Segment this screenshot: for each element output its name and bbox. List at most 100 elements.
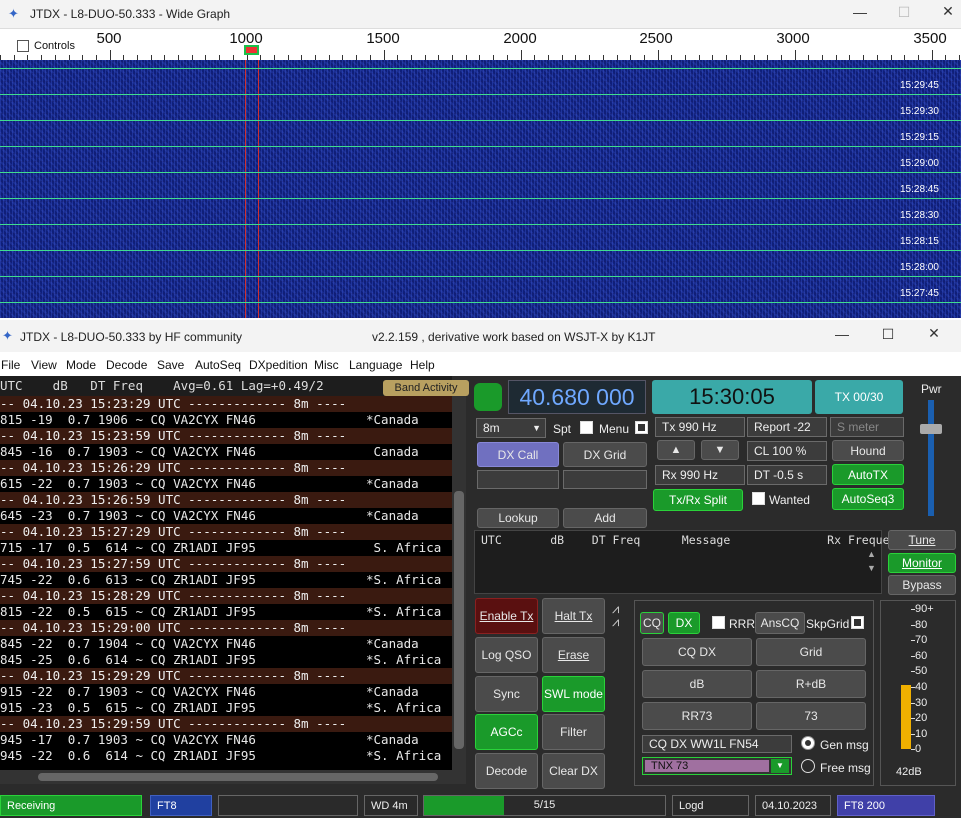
bypass-button[interactable]: Bypass xyxy=(888,575,956,595)
tune-button[interactable]: Tune xyxy=(888,530,956,550)
db-button[interactable]: dB xyxy=(642,670,752,698)
dx-call-input[interactable] xyxy=(477,470,559,489)
log-qso-button[interactable]: Log QSO xyxy=(475,637,538,673)
spt-checkbox[interactable] xyxy=(580,421,593,434)
dx-grid-input[interactable] xyxy=(563,470,647,489)
hound-button[interactable]: Hound xyxy=(832,440,904,461)
decode-row[interactable]: 815 -19 0.7 1906 ~ CQ VA2CYX FN46 *Canada xyxy=(0,412,452,428)
maximize-icon[interactable]: ☐ xyxy=(884,4,924,21)
decode-separator-row[interactable]: -- 04.10.23 15:26:29 UTC ------------- 8… xyxy=(0,460,452,476)
decode-row[interactable]: 745 -22 0.6 613 ~ CQ ZR1ADI JF95 *S. Afri… xyxy=(0,572,452,588)
cq-button[interactable]: CQ xyxy=(640,612,664,634)
cq-dx-button[interactable]: CQ DX xyxy=(642,638,752,666)
tab-arrows-icon[interactable]: ⩘ ⩘ xyxy=(612,602,630,632)
report-field[interactable]: Report -22 xyxy=(747,417,827,437)
minimize-icon[interactable]: — xyxy=(822,326,862,342)
maximize-icon[interactable]: ☐ xyxy=(868,326,908,343)
swl-mode-button[interactable]: SWL mode xyxy=(542,676,605,712)
dx-button[interactable]: DX xyxy=(668,612,700,634)
add-button[interactable]: Add xyxy=(563,508,647,528)
decode-separator-row[interactable]: -- 04.10.23 15:28:29 UTC ------------- 8… xyxy=(0,588,452,604)
minimize-icon[interactable]: — xyxy=(840,4,880,20)
skpgrid-checkbox[interactable] xyxy=(851,616,864,629)
close-icon[interactable]: ✕ xyxy=(928,3,961,20)
cl-field[interactable]: CL 100 % xyxy=(747,441,827,461)
halt-tx-button[interactable]: Halt Tx xyxy=(542,598,605,634)
menu-view[interactable]: View xyxy=(31,358,57,372)
clear-dx-button[interactable]: Clear DX xyxy=(542,753,605,789)
menu-language[interactable]: Language xyxy=(349,358,402,372)
decode-row[interactable]: 945 -22 0.6 614 ~ CQ ZR1ADI JF95 *S. Afri… xyxy=(0,748,452,764)
decode-row[interactable]: 845 -22 0.7 1904 ~ CQ VA2CYX FN46 *Canada xyxy=(0,636,452,652)
dx-call-button[interactable]: DX Call xyxy=(477,442,559,467)
autoseq3-button[interactable]: AutoSeq3 xyxy=(832,488,904,510)
vertical-scrollbar[interactable] xyxy=(452,396,466,770)
decode-row[interactable]: 615 -22 0.7 1903 ~ CQ VA2CYX FN46 *Canada xyxy=(0,476,452,492)
73-button[interactable]: 73 xyxy=(756,702,866,730)
tx-counter-button[interactable]: TX 00/30 xyxy=(815,380,903,414)
menu-misc[interactable]: Misc xyxy=(314,358,339,372)
tx-frequency-field[interactable]: Tx 990 Hz xyxy=(655,417,745,437)
sync-button[interactable]: Sync xyxy=(475,676,538,712)
monitor-button[interactable]: Monitor xyxy=(888,553,956,573)
erase-button[interactable]: Erase xyxy=(542,637,605,673)
txrx-split-button[interactable]: Tx/Rx Split xyxy=(653,489,743,511)
scroll-down-icon[interactable]: ▼ xyxy=(867,563,876,573)
enable-tx-button[interactable]: Enable Tx xyxy=(475,598,538,634)
controls-checkbox[interactable] xyxy=(17,40,29,52)
menu-dxpedition[interactable]: DXpedition xyxy=(249,358,308,372)
decode-separator-row[interactable]: -- 04.10.23 15:29:29 UTC ------------- 8… xyxy=(0,668,452,684)
decode-row[interactable]: 715 -17 0.5 614 ~ CQ ZR1ADI JF95 S. Afri… xyxy=(0,540,452,556)
decode-row[interactable]: 645 -23 0.7 1903 ~ CQ VA2CYX FN46 *Canada xyxy=(0,508,452,524)
decode-row[interactable]: 915 -23 0.5 615 ~ CQ ZR1ADI JF95 *S. Afri… xyxy=(0,700,452,716)
decode-row[interactable]: 915 -22 0.7 1903 ~ CQ VA2CYX FN46 *Canada xyxy=(0,684,452,700)
pwr-slider-handle[interactable] xyxy=(920,424,942,434)
gen-msg-field[interactable]: CQ DX WW1L FN54 xyxy=(642,735,792,753)
rx-frequency-field[interactable]: Rx 990 Hz xyxy=(655,465,745,485)
waterfall-display[interactable]: 15:29:45 15:29:30 15:29:15 15:29:00 15:2… xyxy=(0,60,961,318)
filter-button[interactable]: Filter xyxy=(542,714,605,750)
lookup-button[interactable]: Lookup xyxy=(477,508,559,528)
menu-mode[interactable]: Mode xyxy=(66,358,96,372)
agcc-button[interactable]: AGCc xyxy=(475,714,538,750)
decode-separator-row[interactable]: -- 04.10.23 15:23:29 UTC ------------- 8… xyxy=(0,396,452,412)
r-db-button[interactable]: R+dB xyxy=(756,670,866,698)
wanted-checkbox[interactable] xyxy=(752,492,765,505)
close-icon[interactable]: ✕ xyxy=(914,325,954,342)
scroll-up-icon[interactable]: ▲ xyxy=(867,549,876,559)
anscq-button[interactable]: AnsCQ xyxy=(755,612,805,634)
horizontal-scrollbar[interactable] xyxy=(0,770,466,784)
dt-field[interactable]: DT -0.5 s xyxy=(747,465,827,485)
scrollbar-thumb[interactable] xyxy=(454,491,464,749)
rx-frequency-list[interactable]: UTC dB DT Freq Message Rx Frequency ▲ ▼ xyxy=(474,530,910,594)
free-msg-combo[interactable]: TNX 73 ▼ xyxy=(642,757,792,775)
decode-separator-row[interactable]: -- 04.10.23 15:26:59 UTC ------------- 8… xyxy=(0,492,452,508)
gen-msg-radio[interactable] xyxy=(801,736,815,750)
rr73-button[interactable]: RR73 xyxy=(642,702,752,730)
dial-frequency[interactable]: 40.680 000 xyxy=(508,380,646,414)
decode-row[interactable]: 815 -22 0.5 615 ~ CQ ZR1ADI JF95 *S. Afri… xyxy=(0,604,452,620)
menu-checkbox[interactable] xyxy=(635,421,648,434)
decode-row[interactable]: 845 -25 0.6 614 ~ CQ ZR1ADI JF95 *S. Afri… xyxy=(0,652,452,668)
hscroll-thumb[interactable] xyxy=(38,773,438,781)
decode-separator-row[interactable]: -- 04.10.23 15:29:00 UTC ------------- 8… xyxy=(0,620,452,636)
pwr-slider-track[interactable] xyxy=(928,400,934,516)
decode-separator-row[interactable]: -- 04.10.23 15:23:59 UTC ------------- 8… xyxy=(0,428,452,444)
menu-help[interactable]: Help xyxy=(410,358,435,372)
autotx-button[interactable]: AutoTX xyxy=(832,464,904,485)
menu-autoseq[interactable]: AutoSeq xyxy=(195,358,241,372)
decode-row[interactable]: 845 -16 0.7 1903 ~ CQ VA2CYX FN46 Canada xyxy=(0,444,452,460)
decode-button[interactable]: Decode xyxy=(475,753,538,789)
rrr-checkbox[interactable] xyxy=(712,616,725,629)
decode-separator-row[interactable]: -- 04.10.23 15:27:59 UTC ------------- 8… xyxy=(0,556,452,572)
grid-button[interactable]: Grid xyxy=(756,638,866,666)
free-msg-radio[interactable] xyxy=(801,759,815,773)
tx-frequency-marker[interactable] xyxy=(244,45,259,55)
menu-decode[interactable]: Decode xyxy=(106,358,147,372)
menu-file[interactable]: File xyxy=(1,358,20,372)
band-select[interactable]: 8m ▼ xyxy=(476,418,546,438)
decode-separator-row[interactable]: -- 04.10.23 15:29:59 UTC ------------- 8… xyxy=(0,716,452,732)
freq-down-button[interactable]: ▼ xyxy=(701,440,739,460)
decode-separator-row[interactable]: -- 04.10.23 15:27:29 UTC ------------- 8… xyxy=(0,524,452,540)
menu-save[interactable]: Save xyxy=(157,358,184,372)
